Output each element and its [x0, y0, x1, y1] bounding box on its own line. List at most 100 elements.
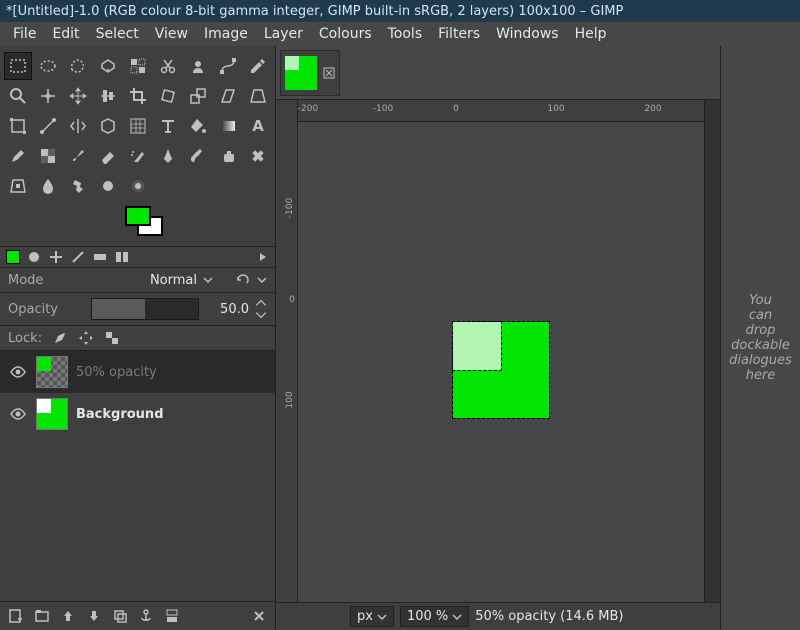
tool-scissors[interactable] — [154, 52, 182, 80]
tool-rect-select[interactable] — [4, 52, 32, 80]
vertical-ruler[interactable]: -100 0 100 — [276, 100, 298, 602]
brush-icon[interactable] — [26, 249, 42, 265]
new-group-icon[interactable] — [34, 608, 50, 624]
tool-dodge[interactable] — [94, 172, 122, 200]
duplicate-layer-icon[interactable] — [112, 608, 128, 624]
layer-name[interactable]: 50% opacity — [76, 365, 267, 380]
tool-bucket-fill[interactable] — [184, 112, 212, 140]
canvas-viewport[interactable] — [298, 122, 704, 602]
lock-alpha-icon[interactable] — [104, 330, 120, 346]
tool-crop[interactable] — [124, 82, 152, 110]
menu-edit[interactable]: Edit — [45, 24, 86, 44]
menu-windows[interactable]: Windows — [489, 24, 566, 44]
tool-pencil[interactable] — [4, 142, 32, 170]
tool-paintbrush-pattern[interactable] — [34, 142, 62, 170]
mini-fg-swatch[interactable] — [6, 250, 20, 264]
zoom-selector[interactable]: 100 % — [400, 606, 469, 627]
foreground-color-swatch[interactable] — [125, 206, 151, 226]
ruler-tick: -200 — [298, 104, 318, 114]
tool-heal[interactable] — [244, 142, 272, 170]
layer-name[interactable]: Background — [76, 407, 267, 422]
menu-select[interactable]: Select — [89, 24, 146, 44]
menu-layer[interactable]: Layer — [257, 24, 310, 44]
tool-smudge[interactable] — [64, 172, 92, 200]
image-canvas[interactable] — [453, 322, 549, 418]
new-layer-icon[interactable] — [8, 608, 24, 624]
tool-fuzzy-select[interactable] — [94, 52, 122, 80]
tool-handle-transform[interactable] — [34, 112, 62, 140]
layer-row[interactable]: 50% opacity — [0, 351, 275, 393]
tool-align[interactable] — [94, 82, 122, 110]
tool-mypaint[interactable] — [184, 142, 212, 170]
visibility-toggle[interactable] — [8, 364, 28, 380]
dock-menu-icon[interactable] — [257, 251, 269, 263]
tool-gradient[interactable] — [214, 112, 242, 140]
menu-view[interactable]: View — [148, 24, 195, 44]
tool-unified-transform[interactable] — [4, 112, 32, 140]
layer-actions-bar — [0, 601, 275, 630]
tool-blur[interactable] — [34, 172, 62, 200]
tool-ink[interactable] — [154, 142, 182, 170]
menu-colours[interactable]: Colours — [312, 24, 379, 44]
status-text: 50% opacity (14.6 MB) — [475, 609, 623, 624]
tool-color-picker[interactable] — [244, 52, 272, 80]
tool-flip[interactable] — [64, 112, 92, 140]
tool-foreground-select[interactable] — [184, 52, 212, 80]
gradient-icon[interactable] — [70, 249, 86, 265]
anchor-layer-icon[interactable] — [138, 608, 154, 624]
tool-text-a[interactable]: A — [244, 112, 272, 140]
horizontal-ruler[interactable]: -200 -100 0 100 200 — [298, 100, 704, 122]
tool-perspective[interactable] — [244, 82, 272, 110]
dock-hint-line: drop — [746, 323, 776, 338]
tool-paths[interactable] — [214, 52, 242, 80]
tool-free-select[interactable] — [64, 52, 92, 80]
tool-cage[interactable] — [94, 112, 122, 140]
chevron-down-icon[interactable] — [257, 275, 267, 285]
opacity-value[interactable]: 50.0 — [205, 302, 249, 317]
palette-icon[interactable] — [114, 249, 130, 265]
delete-layer-icon[interactable] — [251, 608, 267, 624]
lock-position-icon[interactable] — [78, 330, 94, 346]
tool-move[interactable] — [64, 82, 92, 110]
merge-down-icon[interactable] — [164, 608, 180, 624]
vertical-scrollbar[interactable] — [704, 100, 720, 602]
close-tab-icon[interactable] — [323, 67, 335, 79]
lower-layer-icon[interactable] — [86, 608, 102, 624]
opacity-slider[interactable] — [91, 298, 199, 320]
tool-shear[interactable] — [214, 82, 242, 110]
tool-scale[interactable] — [184, 82, 212, 110]
menu-help[interactable]: Help — [568, 24, 614, 44]
layer-row[interactable]: Background — [0, 393, 275, 435]
chevron-down-icon[interactable] — [203, 275, 213, 285]
pattern-icon[interactable] — [48, 249, 64, 265]
image-tab[interactable] — [280, 50, 340, 96]
tool-paintbrush[interactable] — [64, 142, 92, 170]
color-swatches[interactable] — [4, 206, 271, 244]
tool-ellipse-select[interactable] — [34, 52, 62, 80]
tool-zoom[interactable] — [4, 82, 32, 110]
mode-value[interactable]: Normal — [150, 273, 197, 288]
font-icon[interactable] — [92, 249, 108, 265]
tool-measure[interactable] — [34, 82, 62, 110]
menu-tools[interactable]: Tools — [381, 24, 430, 44]
tool-text[interactable] — [154, 112, 182, 140]
tool-clone[interactable] — [214, 142, 242, 170]
menu-image[interactable]: Image — [197, 24, 255, 44]
tool-rotate[interactable] — [154, 82, 182, 110]
unit-selector[interactable]: px — [350, 606, 394, 627]
mode-reset-icon[interactable] — [235, 272, 251, 288]
right-dock-hint[interactable]: You can drop dockable dialogues here — [720, 46, 800, 630]
tool-warp[interactable] — [124, 112, 152, 140]
menu-file[interactable]: File — [6, 24, 43, 44]
visibility-toggle[interactable] — [8, 406, 28, 422]
raise-layer-icon[interactable] — [60, 608, 76, 624]
tool-select-by-color[interactable] — [124, 52, 152, 80]
menu-filters[interactable]: Filters — [431, 24, 487, 44]
toolbox: A — [0, 46, 275, 246]
tool-airbrush[interactable] — [124, 142, 152, 170]
lock-pixels-icon[interactable] — [52, 330, 68, 346]
tool-eraser[interactable] — [94, 142, 122, 170]
tool-perspective-clone[interactable] — [4, 172, 32, 200]
opacity-spinner[interactable] — [255, 297, 267, 321]
tool-burn[interactable] — [124, 172, 152, 200]
